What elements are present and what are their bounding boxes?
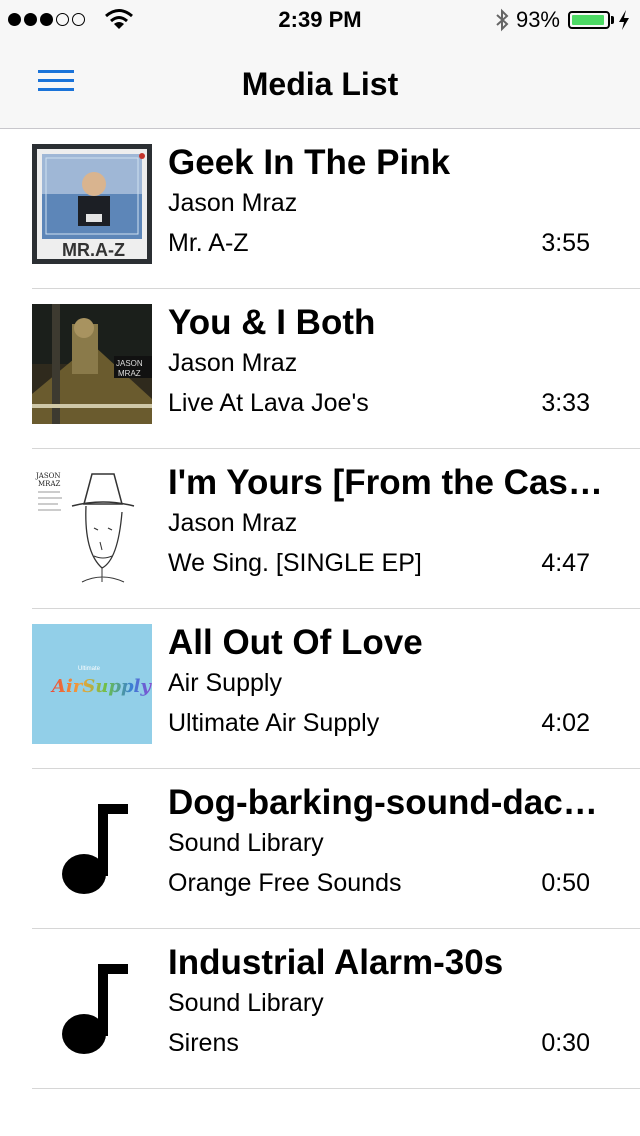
- media-duration: 4:47: [541, 549, 590, 577]
- album-art: JASON MRAZ: [32, 464, 152, 584]
- media-title: Dog-barking-sound-dachshund: [168, 783, 604, 822]
- media-list-item[interactable]: Dog-barking-sound-dachshund Sound Library…: [32, 769, 640, 929]
- artwork: JASON MRAZ: [32, 464, 152, 584]
- media-title: I'm Yours [From the Casino Stage]: [168, 463, 604, 502]
- media-title: All Out Of Love: [168, 623, 423, 662]
- navigation-bar: Media List: [0, 40, 640, 129]
- media-artist: Sound Library: [168, 989, 324, 1017]
- svg-text:MRAZ: MRAZ: [38, 480, 60, 488]
- media-title: You & I Both: [168, 303, 376, 342]
- battery-tip: [611, 16, 614, 24]
- artwork: [32, 944, 152, 1064]
- svg-text:AirSupply: AirSupply: [50, 676, 152, 697]
- media-list-item[interactable]: JASON MRAZ I'm Yours [From the Casino St…: [32, 449, 640, 609]
- artwork: Ultimate AirSupply: [32, 624, 152, 744]
- album-art-text: JASON: [116, 359, 143, 368]
- media-artist: Jason Mraz: [168, 509, 298, 537]
- media-album: Orange Free Sounds: [168, 869, 402, 897]
- album-art: JASON MRAZ: [32, 304, 152, 424]
- music-note-icon: [62, 804, 128, 894]
- media-list-item[interactable]: MR.A-Z Geek In The Pink Jason Mraz Mr. A-Z…: [32, 129, 640, 289]
- media-album: We Sing. [SINGLE EP]: [168, 549, 422, 577]
- media-album: Sirens: [168, 1029, 239, 1057]
- album-art-text: Ultimate: [78, 666, 101, 672]
- media-album: Mr. A-Z: [168, 229, 249, 257]
- media-artist: Sound Library: [168, 829, 324, 857]
- media-list-item[interactable]: Industrial Alarm-30s Sound Library Sirens 0…: [32, 929, 640, 1089]
- media-title: Geek In The Pink: [168, 143, 451, 182]
- media-title: Industrial Alarm-30s: [168, 943, 504, 982]
- charging-bolt-icon: [619, 10, 629, 30]
- media-album: Ultimate Air Supply: [168, 709, 380, 737]
- artwork: [32, 784, 152, 904]
- media-artist: Jason Mraz: [168, 189, 298, 217]
- album-art-text: MR.A-Z: [62, 240, 125, 260]
- media-list-item[interactable]: JASON MRAZ You & I Both Jason Mraz Live At…: [32, 289, 640, 449]
- bluetooth-icon: [496, 8, 509, 32]
- status-right: 93%: [494, 7, 630, 33]
- battery-icon: [568, 11, 610, 29]
- media-album: Live At Lava Joe's: [168, 389, 369, 417]
- media-duration: 0:50: [541, 869, 590, 897]
- artwork: JASON MRAZ: [32, 304, 152, 424]
- media-artist: Air Supply: [168, 669, 282, 697]
- media-duration: 3:33: [541, 389, 590, 417]
- artwork: MR.A-Z: [32, 144, 152, 264]
- media-list: MR.A-Z Geek In The Pink Jason Mraz Mr. A-Z…: [0, 129, 640, 1089]
- media-list-item[interactable]: Ultimate AirSupply All Out Of Love Air Su…: [32, 609, 640, 769]
- media-duration: 3:55: [541, 229, 590, 257]
- album-art-text: JASON: [35, 472, 61, 480]
- status-bar: 2:39 PM 93%: [0, 0, 640, 40]
- music-note-icon: [62, 964, 128, 1054]
- battery-percent: 93%: [515, 7, 560, 32]
- media-duration: 0:30: [541, 1029, 590, 1057]
- battery-level: [572, 15, 604, 25]
- page-title: Media List: [241, 66, 399, 102]
- album-art: MR.A-Z: [32, 144, 152, 264]
- svg-text:MRAZ: MRAZ: [118, 369, 141, 378]
- media-duration: 4:02: [541, 709, 590, 737]
- media-artist: Jason Mraz: [168, 349, 298, 377]
- album-art: Ultimate AirSupply: [32, 624, 152, 744]
